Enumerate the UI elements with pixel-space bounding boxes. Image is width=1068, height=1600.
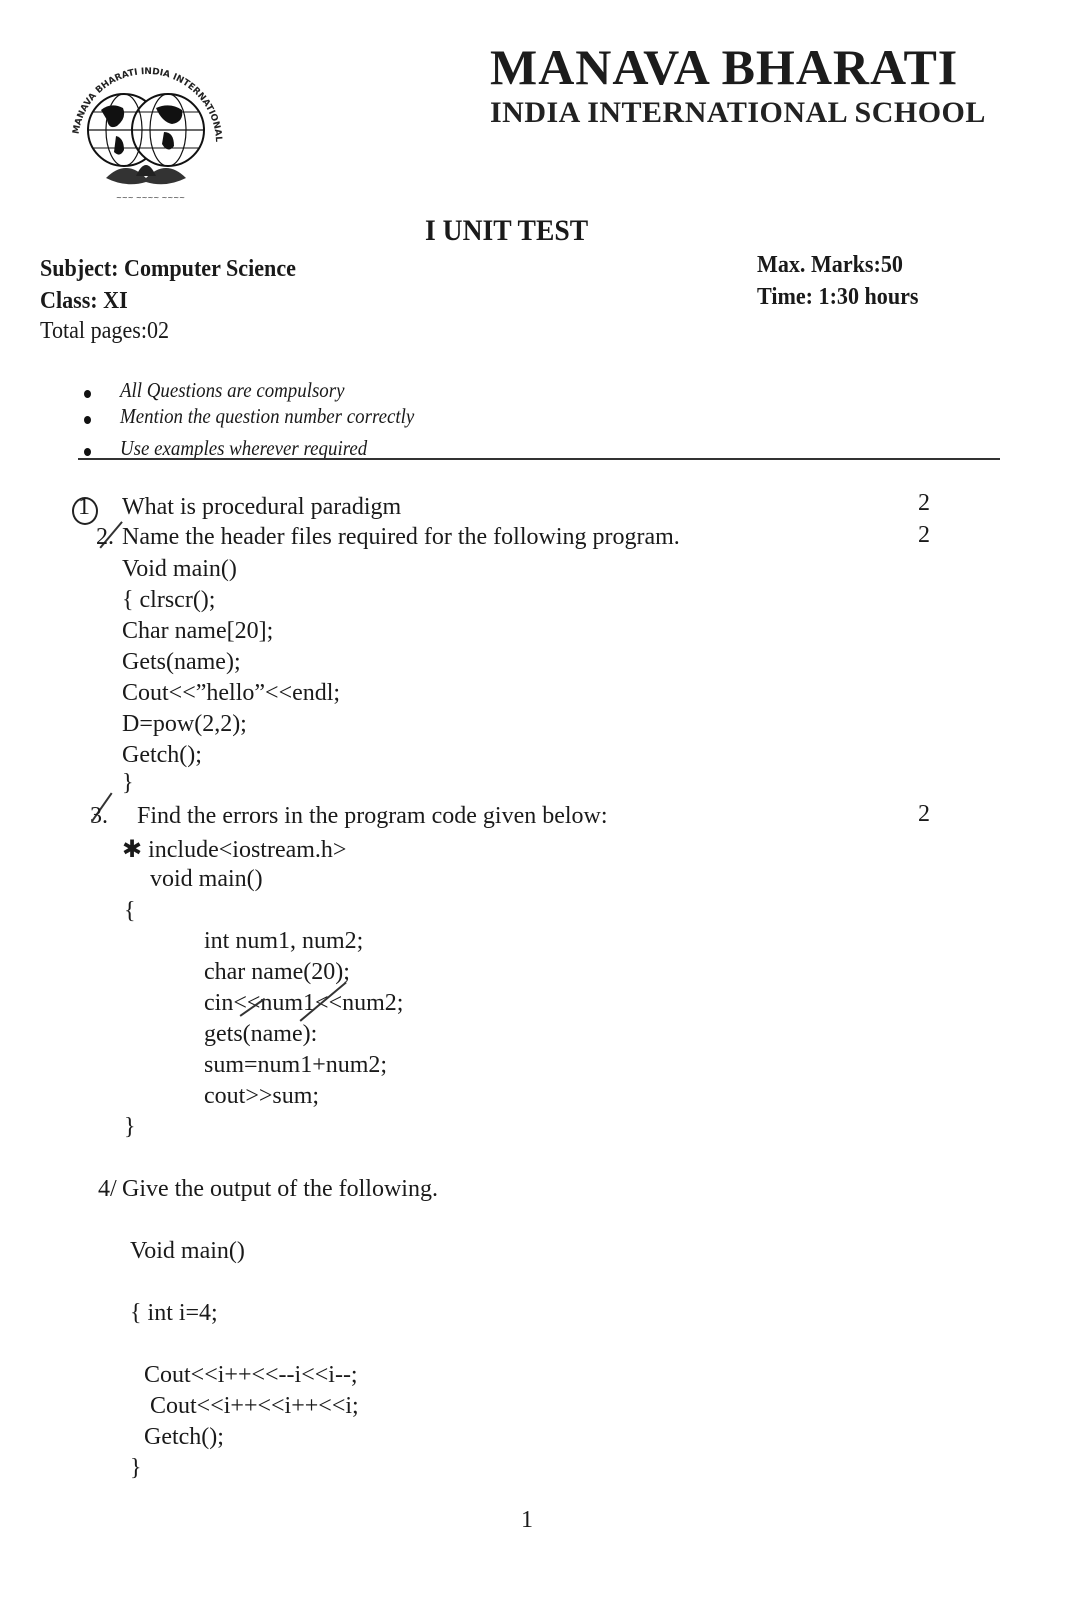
code-line: }	[130, 1455, 142, 1481]
svg-text:~~~ ~~~~ ~~~~: ~~~ ~~~~ ~~~~	[116, 194, 185, 202]
code-line: Getch();	[144, 1424, 224, 1450]
instruction-item: All Questions are compulsory	[120, 378, 345, 402]
globe-emblem-icon: MANAVA BHARATI INDIA INTERNATIONAL SCHOO…	[52, 41, 223, 202]
code-line: sum=num1+num2;	[204, 1052, 388, 1078]
code-line: char name(20);	[204, 959, 350, 985]
bullet-icon	[84, 390, 91, 398]
question-text: Name the header files required for the f…	[122, 524, 680, 550]
code-line: Getch();	[122, 742, 202, 768]
code-line: D=pow(2,2);	[122, 711, 247, 737]
code-line: Gets(name);	[122, 649, 241, 675]
code-line: void main()	[150, 866, 263, 892]
total-pages-label: Total pages:02	[40, 318, 170, 344]
test-title: I UNIT TEST	[425, 214, 589, 247]
question-marks: 2	[918, 801, 930, 827]
question-number: 4/	[98, 1176, 117, 1202]
code-line: }	[124, 1114, 136, 1140]
page-number: 1	[521, 1507, 533, 1533]
code-line: Char name[20];	[122, 618, 274, 644]
code-line: {	[124, 898, 136, 924]
class-label: Class: XI	[40, 288, 128, 314]
code-line: gets(name):	[204, 1021, 318, 1047]
question-number: 3.	[90, 803, 108, 829]
code-line: { clrscr();	[122, 587, 216, 613]
school-name: MANAVA BHARATI	[490, 39, 959, 95]
subject-label: Subject: Computer Science	[40, 256, 296, 282]
code-line: Void main()	[130, 1238, 245, 1264]
code-line: int num1, num2;	[204, 928, 364, 954]
code-line: }	[122, 770, 134, 796]
code-line: Cout<<i++<<--i<<i--;	[144, 1362, 358, 1388]
question-marks: 2	[918, 490, 930, 516]
question-text: What is procedural paradigm	[122, 494, 402, 520]
code-line: Cout<<”hello”<<endl;	[122, 680, 341, 706]
code-line: cout>>sum;	[204, 1083, 320, 1109]
school-subtitle: INDIA INTERNATIONAL SCHOOL	[490, 96, 986, 129]
time-label: Time: 1:30 hours	[757, 284, 919, 310]
section-divider	[78, 458, 1000, 460]
max-marks-label: Max. Marks:50	[757, 252, 903, 278]
code-line: cin<<num1<<num2;	[204, 990, 404, 1016]
question-number: 1	[78, 494, 90, 520]
code-line: Void main()	[122, 556, 237, 582]
question-marks: 2	[918, 522, 930, 548]
code-line: Cout<<i++<<i++<<i;	[150, 1393, 359, 1419]
bullet-icon	[84, 416, 91, 424]
instruction-item: Mention the question number correctly	[120, 404, 415, 428]
bullet-icon	[84, 448, 91, 456]
question-number: 2.	[96, 524, 114, 550]
code-line: ✱ include<iostream.h>	[122, 837, 347, 863]
question-text: Find the errors in the program code give…	[137, 803, 608, 829]
question-text: Give the output of the following.	[122, 1176, 438, 1202]
school-logo: MANAVA BHARATI INDIA INTERNATIONAL SCHOO…	[48, 30, 228, 202]
code-line: { int i=4;	[130, 1300, 218, 1326]
